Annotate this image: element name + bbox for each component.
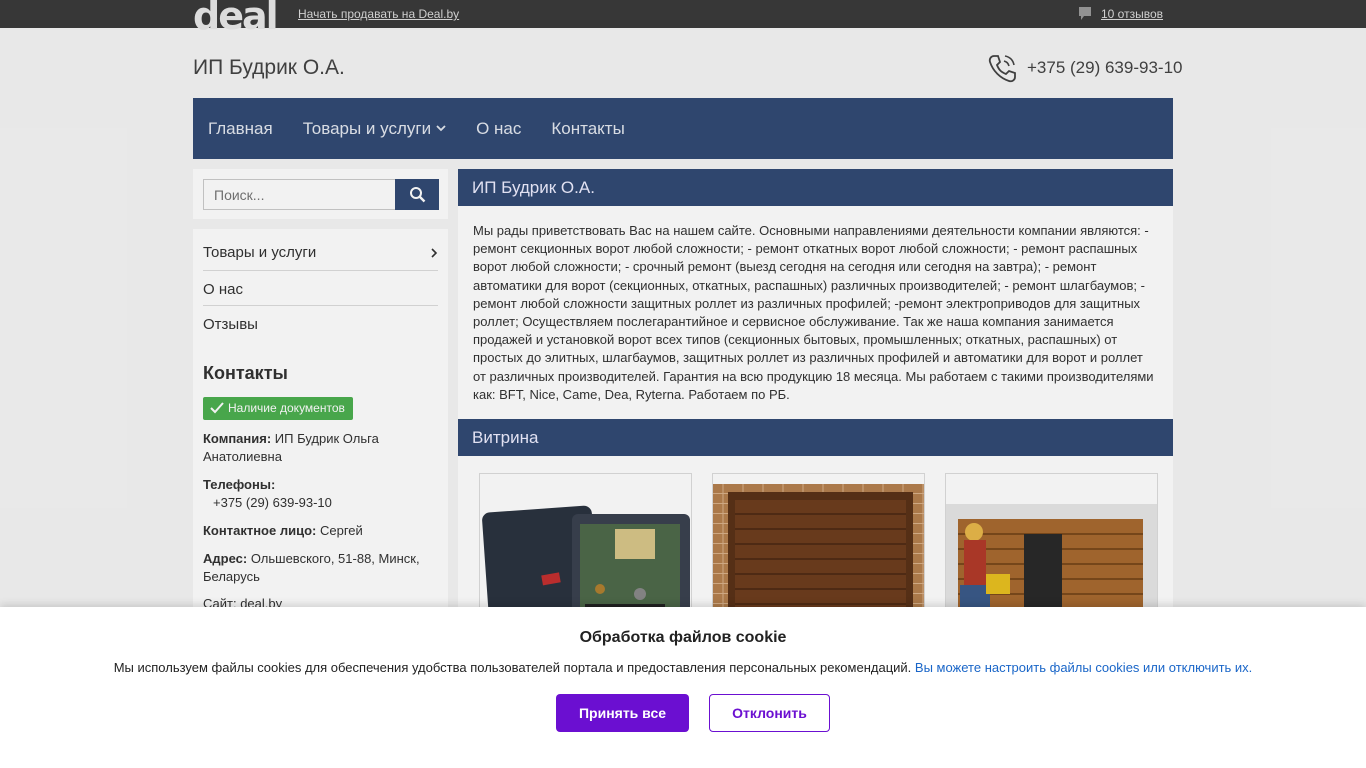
cookie-text: Мы используем файлы cookies для обеспече… xyxy=(0,660,1366,675)
page-dim-overlay xyxy=(0,0,1366,607)
accept-all-button[interactable]: Принять все xyxy=(556,694,689,732)
decline-button[interactable]: Отклонить xyxy=(709,694,830,732)
cookie-settings-link[interactable]: Вы можете настроить файлы cookies или от… xyxy=(915,660,1252,675)
cookie-title: Обработка файлов cookie xyxy=(579,629,787,646)
cookie-description: Мы используем файлы cookies для обеспече… xyxy=(113,660,912,675)
cookie-banner: Обработка файлов cookie Мы используем фа… xyxy=(0,607,1366,768)
